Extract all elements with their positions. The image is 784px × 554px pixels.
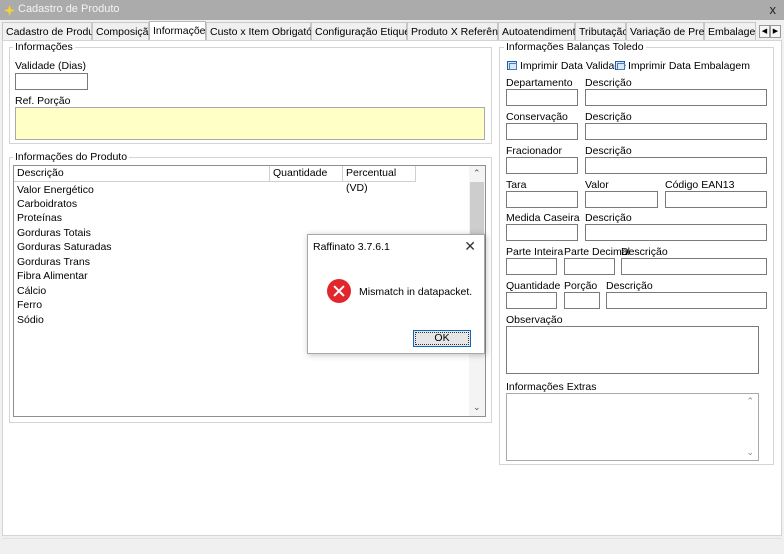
table-row[interactable]: Gorduras Totais <box>17 227 91 239</box>
medida-caseira-input[interactable] <box>506 224 578 241</box>
ok-button[interactable]: OK <box>413 330 471 347</box>
validade-label: Validade (Dias) <box>15 60 87 72</box>
ref-porcao-input[interactable] <box>15 107 485 140</box>
departamento-descricao-label: Descrição <box>585 77 632 89</box>
imprimir-data-validade-label[interactable]: Imprimir Data Validade <box>520 60 626 72</box>
extras-scroll-down-icon[interactable]: ⌄ <box>746 447 754 458</box>
dialog-message: Mismatch in datapacket. <box>359 286 473 298</box>
tara-input[interactable] <box>506 191 578 208</box>
observacao-label: Observação <box>506 314 563 326</box>
fracionador-label: Fracionador <box>506 145 563 157</box>
valor-input[interactable] <box>585 191 658 208</box>
tab-informacoes[interactable]: Informações <box>149 21 211 42</box>
tab-scroll-right-icon[interactable]: ▶ <box>770 25 781 38</box>
imprimir-data-validade-checkbox[interactable] <box>507 61 517 70</box>
error-icon <box>327 279 351 303</box>
tab-tributacao[interactable]: Tributação <box>575 22 628 41</box>
fracionador-input[interactable] <box>506 157 578 174</box>
toledo-group-title: Informações Balanças Toledo <box>504 41 646 53</box>
error-dialog: Raffinato 3.7.6.1 ✕ Mismatch in datapack… <box>307 234 485 354</box>
extras-scroll-up-icon[interactable]: ⌃ <box>746 396 754 407</box>
tab-custo-item-obrigatorio[interactable]: Custo x Item Obrigatório <box>206 22 324 41</box>
valor-label: Valor <box>585 179 609 191</box>
tab-variacao-de-preco[interactable]: Variação de Preço <box>626 22 716 41</box>
observacao-textarea[interactable] <box>506 326 759 374</box>
ref-porcao-label: Ref. Porção <box>15 95 71 107</box>
quantidade-input[interactable] <box>506 292 557 309</box>
window-title: Cadastro de Produto <box>18 3 120 15</box>
imprimir-data-embalagem-label[interactable]: Imprimir Data Embalagem <box>628 60 750 72</box>
medida-caseira-label: Medida Caseira <box>506 212 580 224</box>
column-header-descricao[interactable]: Descrição <box>14 166 270 182</box>
table-row[interactable]: Valor Energético <box>17 184 94 196</box>
produto-group-title: Informações do Produto <box>13 151 130 163</box>
scroll-up-icon[interactable]: ⌃ <box>473 168 481 179</box>
quantidade-label: Quantidade <box>506 280 561 292</box>
quantidade-descricao-input[interactable] <box>606 292 767 309</box>
conservacao-descricao-label: Descrição <box>585 111 632 123</box>
parte-inteira-label: Parte Inteira <box>506 246 564 258</box>
table-row[interactable]: Carboidratos <box>17 198 77 210</box>
tab-autoatendimento[interactable]: Autoatendimento <box>498 22 581 41</box>
ok-button-label: OK <box>415 332 469 345</box>
departamento-input[interactable] <box>506 89 578 106</box>
conservacao-label: Conservação <box>506 111 568 123</box>
tab-strip: Cadastro de Produto Composição Informaçõ… <box>0 21 784 42</box>
parte-descricao-input[interactable] <box>621 258 767 275</box>
table-row[interactable]: Proteínas <box>17 212 62 224</box>
table-row[interactable]: Gorduras Saturadas <box>17 241 112 253</box>
informacoes-group-title: Informações <box>13 41 75 53</box>
codigo-ean13-input[interactable] <box>665 191 767 208</box>
conservacao-descricao-input[interactable] <box>585 123 767 140</box>
table-row[interactable]: Gorduras Trans <box>17 256 90 268</box>
tab-composicao[interactable]: Composição <box>92 22 154 41</box>
column-header-quantidade[interactable]: Quantidade <box>270 166 343 182</box>
tara-label: Tara <box>506 179 527 191</box>
departamento-descricao-input[interactable] <box>585 89 767 106</box>
table-row[interactable]: Fibra Alimentar <box>17 270 88 282</box>
codigo-ean13-label: Código EAN13 <box>665 179 735 191</box>
conservacao-input[interactable] <box>506 123 578 140</box>
imprimir-data-embalagem-checkbox[interactable] <box>615 61 625 70</box>
informacoes-extras-label: Informações Extras <box>506 381 597 393</box>
porcao-input[interactable] <box>564 292 600 309</box>
dialog-close-icon[interactable]: ✕ <box>464 238 476 255</box>
tab-embalagem[interactable]: Embalagem <box>704 22 756 41</box>
porcao-label: Porção <box>564 280 598 292</box>
tab-scroll-left-icon[interactable]: ◀ <box>759 25 770 38</box>
parte-decimal-input[interactable] <box>564 258 615 275</box>
window-close-icon[interactable]: x <box>770 2 777 17</box>
tab-cadastro-de-produto[interactable]: Cadastro de Produto <box>2 22 103 41</box>
parte-inteira-input[interactable] <box>506 258 557 275</box>
medida-caseira-descricao-input[interactable] <box>585 224 767 241</box>
fracionador-descricao-input[interactable] <box>585 157 767 174</box>
tab-configuracao-etiqueta[interactable]: Configuração Etiqueta <box>311 22 419 41</box>
quantidade-descricao-label: Descrição <box>606 280 653 292</box>
dialog-title: Raffinato 3.7.6.1 <box>313 241 390 253</box>
parte-descricao-label: Descrição <box>621 246 668 258</box>
scrollbar-thumb[interactable] <box>470 182 484 238</box>
table-row[interactable]: Ferro <box>17 299 42 311</box>
table-row[interactable]: Sódio <box>17 314 44 326</box>
title-bar: Cadastro de Produto x <box>0 0 784 20</box>
validade-input[interactable] <box>15 73 88 90</box>
scroll-down-icon[interactable]: ⌄ <box>473 402 481 413</box>
departamento-label: Departamento <box>506 77 573 89</box>
column-header-percentual[interactable]: Percentual (VD) <box>343 166 416 194</box>
table-row[interactable]: Cálcio <box>17 285 46 297</box>
informacoes-extras-textarea[interactable]: ⌃ ⌄ <box>506 393 759 461</box>
status-bar <box>2 538 782 552</box>
fracionador-descricao-label: Descrição <box>585 145 632 157</box>
app-icon <box>4 5 15 16</box>
medida-caseira-descricao-label: Descrição <box>585 212 632 224</box>
tab-produto-x-referencia[interactable]: Produto X Referência <box>407 22 511 41</box>
